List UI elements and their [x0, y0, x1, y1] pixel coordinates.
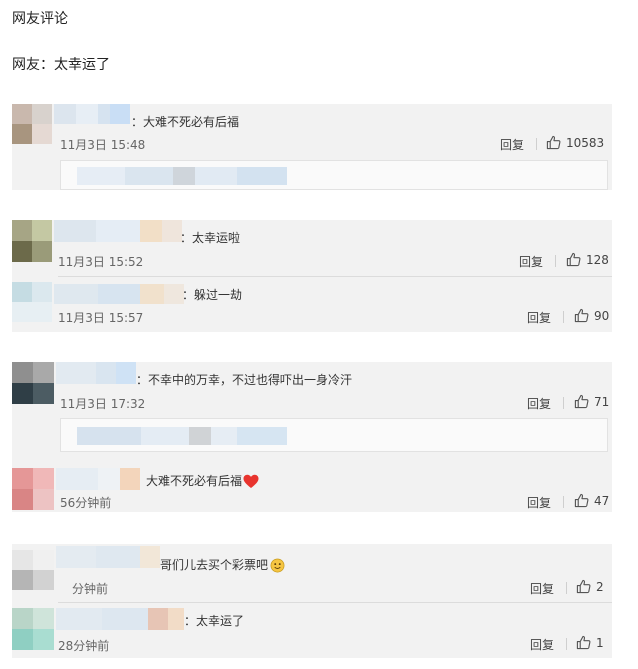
comment-divider: [58, 276, 612, 277]
like-button[interactable]: 47: [574, 493, 609, 508]
like-count: 90: [594, 308, 610, 323]
quote-line: 网友：太幸运了: [12, 57, 110, 73]
comment-text: ：不幸中的万幸，不过也得吓出一身冷汗: [136, 373, 353, 387]
divider: [536, 138, 537, 150]
comment-text-body: 大难不死必有后福: [146, 474, 243, 488]
comment-text: ：躲过一劫: [182, 288, 243, 302]
thumbs-up-icon: [566, 252, 581, 267]
comment-card: ：大难不死必有后福 11月3日 15:48 回复 10583: [12, 104, 612, 190]
thumbs-up-icon: [574, 493, 589, 508]
thumbs-up-icon: [576, 579, 591, 594]
reply-button[interactable]: 回复: [519, 253, 543, 270]
like-button[interactable]: 90: [574, 308, 609, 323]
like-count: 47: [594, 493, 610, 508]
username-redacted: [56, 468, 140, 490]
reply-button[interactable]: 回复: [527, 494, 551, 511]
divider: [566, 582, 567, 594]
thumbs-up-icon: [576, 635, 591, 650]
avatar: [12, 362, 54, 404]
reply-preview-redacted[interactable]: [60, 160, 608, 190]
like-button[interactable]: 128: [566, 252, 609, 267]
reply-button[interactable]: 回复: [530, 580, 554, 597]
like-count: 71: [594, 394, 610, 409]
reply-button[interactable]: 回复: [500, 136, 524, 153]
reply-button[interactable]: 回复: [527, 309, 551, 326]
comment-text: ：太幸运啦: [180, 231, 241, 245]
username-redacted: [56, 546, 160, 568]
divider: [563, 397, 564, 409]
thumbs-up-icon: [574, 308, 589, 323]
heart-icon: [243, 474, 259, 488]
comment-time: 11月3日 15:57: [58, 311, 144, 325]
thumbs-up-icon: [546, 135, 561, 150]
comment-text-body: 哥们儿去买个彩票吧: [160, 558, 269, 572]
like-count: 128: [586, 252, 609, 267]
like-count: 2: [596, 579, 604, 594]
redacted-reply-text: [77, 167, 287, 185]
reply-button[interactable]: 回复: [530, 636, 554, 653]
avatar: [12, 468, 54, 510]
like-button[interactable]: 2: [576, 579, 604, 594]
comment-card: ：不幸中的万幸，不过也得吓出一身冷汗 11月3日 17:32 回复 71 大难不…: [12, 362, 612, 512]
like-count: 10583: [566, 135, 605, 150]
redacted-reply-text: [77, 427, 287, 445]
comment-time: 28分钟前: [58, 639, 110, 653]
comment-card: ：太幸运啦 11月3日 15:52 回复 128 ：躲过一劫 11月3日 15:…: [12, 220, 612, 332]
comment-text: ：太幸运了: [184, 614, 245, 628]
thumbs-up-icon: [574, 394, 589, 409]
divider: [563, 311, 564, 323]
reply-preview-redacted[interactable]: [60, 418, 608, 452]
avatar: [12, 550, 54, 590]
username-redacted: [54, 104, 130, 124]
smile-face-icon: [270, 558, 285, 573]
divider: [563, 496, 564, 508]
comment-time: 56分钟前: [60, 496, 112, 510]
comment-time: 11月3日 15:48: [60, 138, 146, 152]
username-redacted: [54, 284, 184, 304]
section-heading: 网友评论: [12, 11, 68, 27]
like-button[interactable]: 10583: [546, 135, 604, 150]
avatar: [12, 608, 54, 650]
divider: [566, 638, 567, 650]
username-redacted: [56, 608, 184, 630]
like-button[interactable]: 71: [574, 394, 609, 409]
comment-text: 哥们儿去买个彩票吧: [160, 556, 285, 573]
like-button[interactable]: 1: [576, 635, 604, 650]
comment-time: 11月3日 17:32: [60, 397, 146, 411]
comment-divider: [58, 602, 612, 603]
username-redacted: [54, 220, 182, 242]
avatar: [12, 220, 52, 262]
avatar: [12, 104, 52, 144]
comment-text: ：大难不死必有后福: [131, 115, 240, 129]
comment-text: 大难不死必有后福: [146, 472, 259, 489]
comment-card: 哥们儿去买个彩票吧 分钟前 回复 2 ：太幸运了 28分钟前 回复 1: [12, 544, 612, 658]
divider: [555, 255, 556, 267]
avatar: [12, 282, 52, 322]
comment-time: 分钟前: [72, 582, 109, 596]
comment-time: 11月3日 15:52: [58, 255, 144, 269]
reply-button[interactable]: 回复: [527, 395, 551, 412]
username-redacted: [56, 362, 136, 384]
like-count: 1: [596, 635, 604, 650]
